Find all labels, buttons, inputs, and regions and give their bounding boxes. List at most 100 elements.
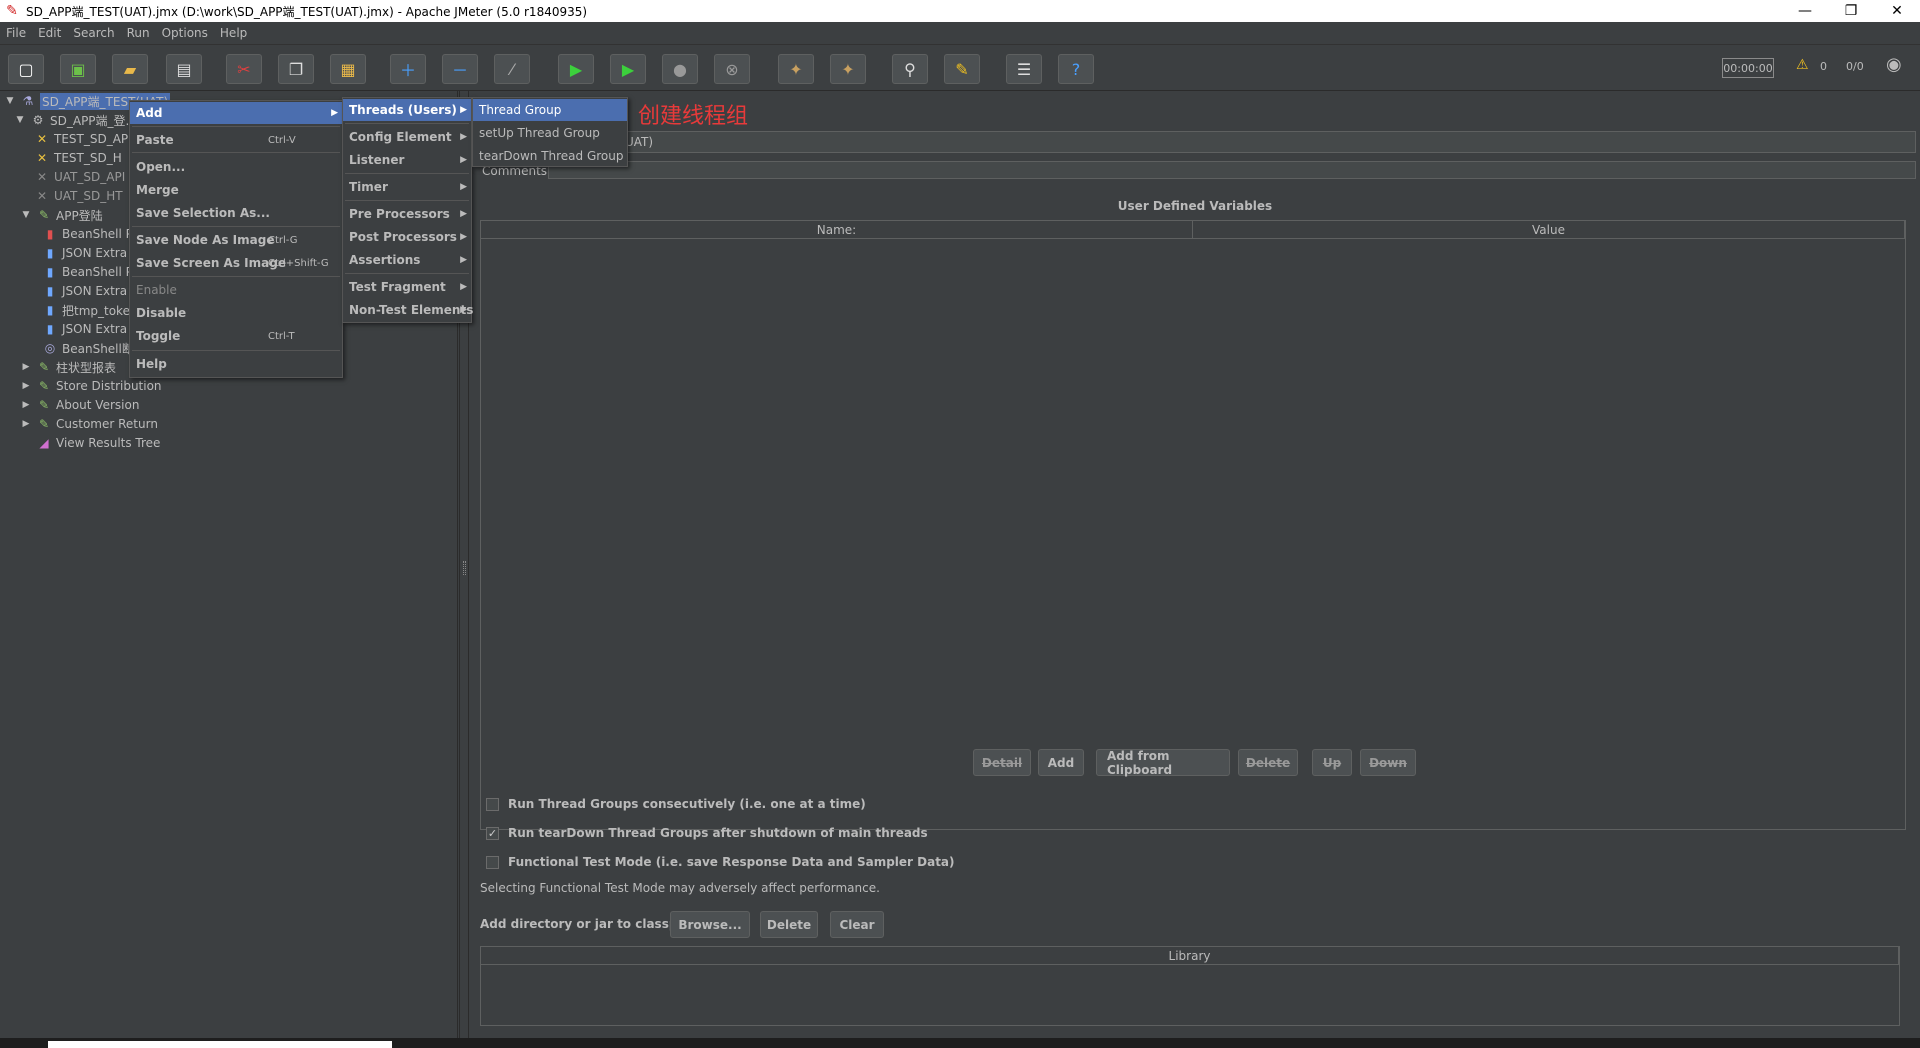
tree-node[interactable]: ▼ ✎ APP登陆 <box>20 206 103 224</box>
add-from-clipboard-button[interactable]: Add from Clipboard <box>1096 749 1230 777</box>
tree-node[interactable]: ▶ ✎ 柱状型报表 <box>20 358 116 376</box>
detail-button[interactable]: Detail <box>973 749 1031 776</box>
menu-item-paste[interactable]: Paste Ctrl-V <box>130 129 342 151</box>
shutdown-icon[interactable]: ⊗ <box>714 54 750 84</box>
start-no-pauses-icon[interactable]: ▶ <box>610 54 646 84</box>
teardown-checkbox[interactable]: ✓ Run tearDown Thread Groups after shutd… <box>486 826 928 840</box>
splitter-grip[interactable] <box>463 561 466 575</box>
copy-icon[interactable]: ❐ <box>278 54 314 84</box>
menu-item-test-fragment[interactable]: Test Fragment ▶ <box>343 276 471 298</box>
tree-node[interactable]: ▶ ✎ Customer Return <box>20 415 158 433</box>
tree-node[interactable]: ◎ BeanShell断 <box>38 339 134 357</box>
tree-node[interactable]: ✕ UAT_SD_API <box>30 168 125 186</box>
column-library[interactable]: Library <box>481 947 1899 964</box>
menu-item-merge[interactable]: Merge <box>130 179 342 201</box>
menu-item-enable[interactable]: Enable <box>130 279 342 301</box>
collapse-toggle-icon[interactable]: ▼ <box>14 115 26 125</box>
delete-button[interactable]: Delete <box>1238 749 1298 776</box>
collapse-toggle-icon[interactable]: ▼ <box>4 96 16 106</box>
maximize-button[interactable]: ❐ <box>1828 0 1874 22</box>
tree-node[interactable]: ✕ TEST_SD_H <box>30 149 122 167</box>
menu-item-assertions[interactable]: Assertions ▶ <box>343 249 471 271</box>
tree-node[interactable]: ▮ JSON Extra <box>38 282 127 300</box>
templates-icon[interactable]: ▣ <box>60 54 96 84</box>
close-button[interactable]: ✕ <box>1874 0 1920 22</box>
reset-search-icon[interactable]: ✎ <box>944 54 980 84</box>
menu-item-disable[interactable]: Disable <box>130 302 342 324</box>
menu-item-setup-thread-group[interactable]: setUp Thread Group <box>473 122 627 144</box>
column-name[interactable]: Name: <box>481 221 1193 238</box>
name-field[interactable]: UAT) <box>480 131 1916 153</box>
menu-item-toggle[interactable]: Toggle Ctrl-T <box>130 325 342 347</box>
menu-file[interactable]: File <box>6 26 26 40</box>
menu-item-threads[interactable]: Threads (Users) ▶ <box>343 99 471 121</box>
collapse-toggle-icon[interactable]: ▼ <box>20 210 32 220</box>
classpath-delete-button[interactable]: Delete <box>760 911 818 938</box>
expand-toggle-icon[interactable]: ▶ <box>20 381 32 391</box>
tree-node[interactable]: ▮ 把tmp_toke <box>38 301 130 319</box>
expand-icon[interactable]: ＋ <box>390 54 426 84</box>
stop-icon[interactable]: ● <box>662 54 698 84</box>
menu-item-timer[interactable]: Timer ▶ <box>343 176 471 198</box>
paste-icon[interactable]: ▦ <box>330 54 366 84</box>
functional-mode-checkbox[interactable]: Functional Test Mode (i.e. save Response… <box>486 855 955 869</box>
tree-node[interactable]: ▮ BeanShell P <box>38 263 133 281</box>
tree-node[interactable]: ◢ View Results Tree <box>32 434 160 452</box>
column-value[interactable]: Value <box>1193 221 1905 238</box>
menu-item-non-test-elements[interactable]: Non-Test Elements ▶ <box>343 299 473 321</box>
menu-item-thread-group[interactable]: Thread Group <box>473 99 627 121</box>
search-icon[interactable]: ⚲ <box>892 54 928 84</box>
udv-table[interactable]: Name: Value <box>480 220 1906 830</box>
cut-icon[interactable]: ✂ <box>226 54 262 84</box>
menu-item-add[interactable]: Add ▶ <box>130 102 342 124</box>
menu-help[interactable]: Help <box>220 26 247 40</box>
menu-item-post-processors[interactable]: Post Processors ▶ <box>343 226 471 248</box>
open-icon[interactable]: ▰ <box>112 54 148 84</box>
save-icon[interactable]: ▤ <box>166 54 202 84</box>
minimize-button[interactable]: — <box>1782 0 1828 22</box>
tree-node[interactable]: ✕ TEST_SD_AP <box>30 130 128 148</box>
checkbox-box[interactable] <box>486 855 499 869</box>
clear-all-icon[interactable]: ✦ <box>830 54 866 84</box>
expand-toggle-icon[interactable]: ▶ <box>20 400 32 410</box>
menu-item-open[interactable]: Open... <box>130 156 342 178</box>
menu-item-help[interactable]: Help <box>130 353 342 375</box>
comments-field[interactable] <box>548 161 1916 179</box>
tree-node[interactable]: ✕ UAT_SD_HT <box>30 187 123 205</box>
menu-item-save-selection[interactable]: Save Selection As... <box>130 202 342 224</box>
help-icon[interactable]: ? <box>1058 54 1094 84</box>
tree-node[interactable]: ▮ JSON Extra <box>38 244 127 262</box>
menu-options[interactable]: Options <box>162 26 208 40</box>
down-button[interactable]: Down <box>1360 749 1416 776</box>
expand-toggle-icon[interactable]: ▶ <box>20 362 32 372</box>
consecutive-checkbox[interactable]: Run Thread Groups consecutively (i.e. on… <box>486 797 866 811</box>
menu-item-teardown-thread-group[interactable]: tearDown Thread Group <box>473 145 627 167</box>
menu-item-save-node-image[interactable]: Save Node As Image Ctrl-G <box>130 229 342 251</box>
menu-item-listener[interactable]: Listener ▶ <box>343 149 471 171</box>
add-button[interactable]: Add <box>1038 749 1084 776</box>
toggle-icon[interactable]: ⁄ <box>494 54 530 84</box>
menu-run[interactable]: Run <box>127 26 150 40</box>
menu-edit[interactable]: Edit <box>38 26 61 40</box>
tree-node[interactable]: ▶ ✎ Store Distribution <box>20 377 162 395</box>
expand-toggle-icon[interactable]: ▶ <box>20 419 32 429</box>
library-table[interactable]: Library <box>480 946 1900 1026</box>
menu-item-pre-processors[interactable]: Pre Processors ▶ <box>343 203 471 225</box>
tree-node[interactable]: ▶ ✎ About Version <box>20 396 140 414</box>
tree-node[interactable]: ▼ ⚙ SD_APP端_登... <box>14 111 137 129</box>
menu-item-save-screen-image[interactable]: Save Screen As Image Ctrl+Shift-G <box>130 252 342 274</box>
browse-button[interactable]: Browse... <box>670 911 750 938</box>
tree-node[interactable]: ▮ JSON Extra <box>38 320 127 338</box>
menu-search[interactable]: Search <box>73 26 114 40</box>
clear-button[interactable]: Clear <box>830 911 884 938</box>
tree-node[interactable]: ▮ BeanShell P <box>38 225 133 243</box>
warning-icon[interactable]: ⚠ <box>1796 57 1809 73</box>
function-helper-icon[interactable]: ☰ <box>1006 54 1042 84</box>
clear-icon[interactable]: ✦ <box>778 54 814 84</box>
start-icon[interactable]: ▶ <box>558 54 594 84</box>
new-icon[interactable]: ▢ <box>8 54 44 84</box>
checkbox-box[interactable] <box>486 797 499 811</box>
check-icon[interactable]: ✓ <box>486 826 499 840</box>
up-button[interactable]: Up <box>1312 749 1352 776</box>
collapse-icon[interactable]: － <box>442 54 478 84</box>
